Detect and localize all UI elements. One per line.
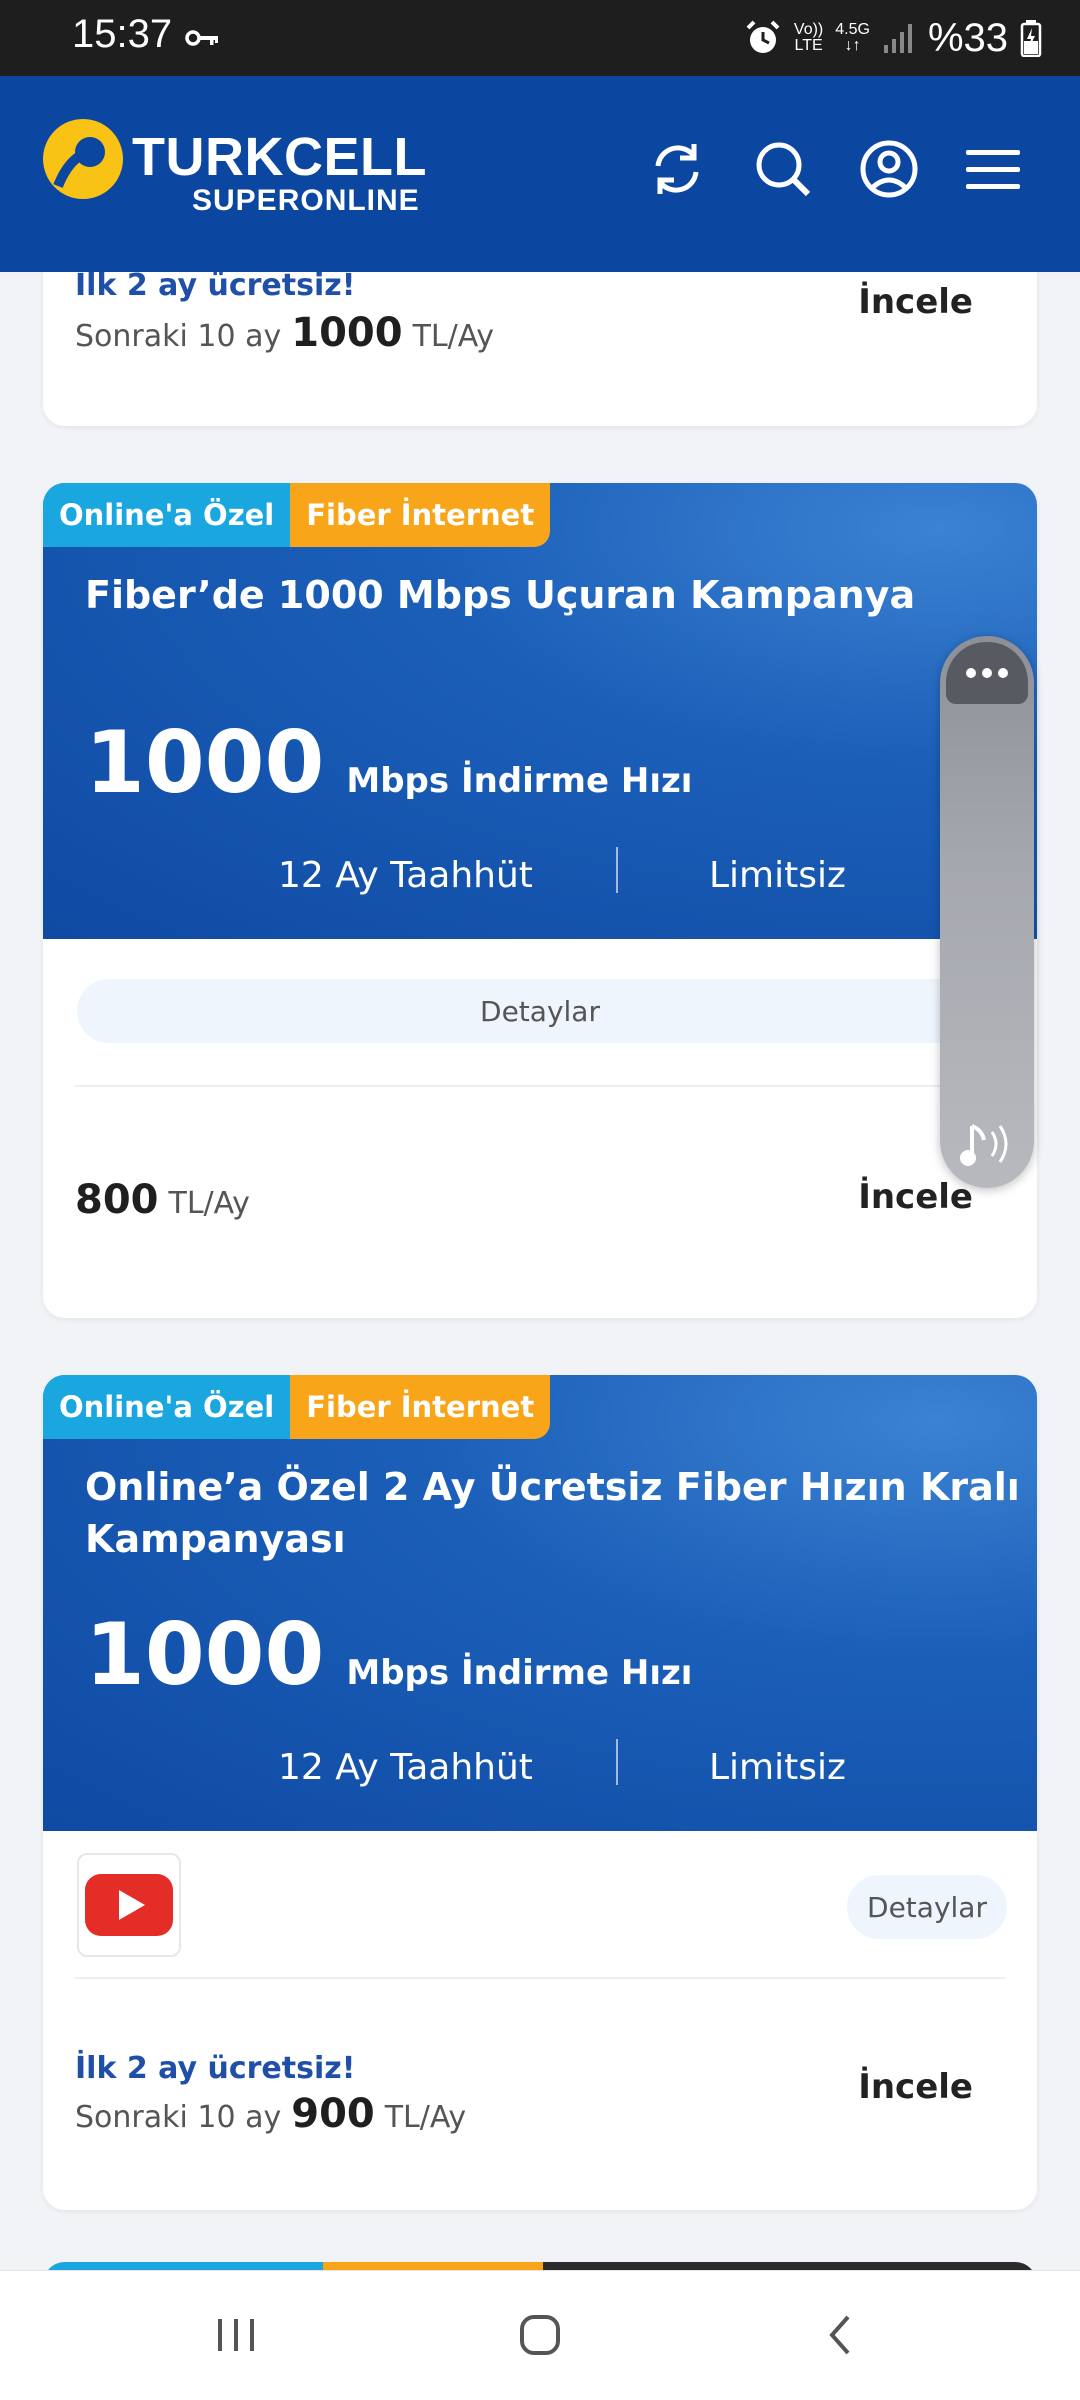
promo-text: İlk 2 ay ücretsiz!: [75, 268, 356, 303]
recent-apps-icon[interactable]: [206, 2305, 266, 2365]
account-icon[interactable]: [856, 136, 922, 202]
status-time: 15:37: [72, 12, 173, 56]
more-options-button[interactable]: [946, 642, 1028, 704]
tag-fiber-internet: Fiber İnternet: [290, 483, 551, 547]
commitment-label: 12 Ay Taahhüt: [278, 855, 533, 896]
battery-charging-icon: [1020, 20, 1042, 57]
quota-label: Limitsiz: [709, 855, 846, 896]
campaign-title: Online’a Özel 2 Ay Ücretsiz Fiber Hızın …: [85, 1465, 1020, 1561]
turkcell-logo-icon[interactable]: [40, 116, 126, 202]
speed-value: 1000: [85, 1605, 325, 1705]
speed-block: 1000 Mbps İndirme Hızı: [85, 1605, 692, 1705]
tag-online-exclusive: Online'a Özel: [43, 483, 291, 547]
inspect-button[interactable]: İncele: [858, 282, 973, 322]
speed-value: 1000: [85, 713, 325, 813]
campaign-banner[interactable]: Online'a Özel Fiber İnternet Fiber’de 10…: [43, 483, 1037, 939]
commitment-label: 12 Ay Taahhüt: [278, 1747, 533, 1788]
battery-level: %33: [927, 15, 1008, 60]
details-button[interactable]: Detaylar: [77, 979, 1003, 1043]
campaign-title: Fiber’de 1000 Mbps Uçuran Kampanya: [85, 573, 916, 617]
price-value: 1000: [291, 310, 403, 356]
price-value: 800: [75, 1177, 159, 1223]
system-navigation-bar: [0, 2270, 1080, 2400]
brand-subtitle: SUPERONLINE: [192, 184, 420, 217]
status-bar: 15:37 Vo)) LTE 4.5G ↓↑ %33: [0, 0, 1080, 76]
tag-fiber-internet: Fiber İnternet: [290, 1375, 551, 1439]
promo-text: İlk 2 ay ücretsiz!: [75, 2051, 356, 2086]
home-icon[interactable]: [510, 2305, 570, 2365]
brand-name: TURKCELL: [132, 127, 427, 187]
vpn-key-icon: [185, 30, 218, 46]
more-horizontal-icon: [966, 668, 1008, 678]
price-line: Sonraki 10 ay 1000 TL/Ay: [75, 310, 494, 356]
price-line: 800 TL/Ay: [75, 1177, 250, 1223]
network-generation: 4.5G ↓↑: [835, 21, 870, 54]
music-sound-icon[interactable]: [958, 1116, 1022, 1172]
back-icon[interactable]: [812, 2305, 872, 2365]
alarm-icon: [746, 20, 780, 53]
price-value: 900: [291, 2091, 375, 2137]
details-button[interactable]: Detaylar: [847, 1875, 1007, 1939]
campaign-card: Online'a Özel Fiber İnternet Online’a Öz…: [43, 1375, 1037, 2210]
refresh-icon[interactable]: [644, 136, 710, 202]
menu-icon[interactable]: [960, 136, 1026, 202]
quota-label: Limitsiz: [709, 1747, 846, 1788]
campaign-banner[interactable]: Online'a Özel Fiber İnternet Online’a Öz…: [43, 1375, 1037, 1831]
youtube-icon: [85, 1874, 173, 1936]
speed-unit: Mbps İndirme Hızı: [346, 1653, 693, 1693]
speed-unit: Mbps İndirme Hızı: [346, 761, 693, 801]
campaign-card: Online'a Özel Fiber İnternet Fiber’de 10…: [43, 483, 1037, 1318]
search-icon[interactable]: [750, 136, 816, 202]
tag-online-exclusive: Online'a Özel: [43, 1375, 291, 1439]
network-indicator: Vo)) LTE: [793, 21, 824, 54]
inspect-button[interactable]: İncele: [858, 2067, 973, 2107]
speed-block: 1000 Mbps İndirme Hızı: [85, 713, 692, 813]
youtube-addon[interactable]: [77, 1853, 181, 1957]
price-line: Sonraki 10 ay 900 TL/Ay: [75, 2091, 467, 2137]
signal-icon: [883, 24, 912, 53]
app-header: TURKCELL SUPERONLINE: [0, 76, 1080, 272]
floating-side-panel[interactable]: [940, 636, 1034, 1188]
inspect-button[interactable]: İncele: [858, 1177, 973, 1217]
